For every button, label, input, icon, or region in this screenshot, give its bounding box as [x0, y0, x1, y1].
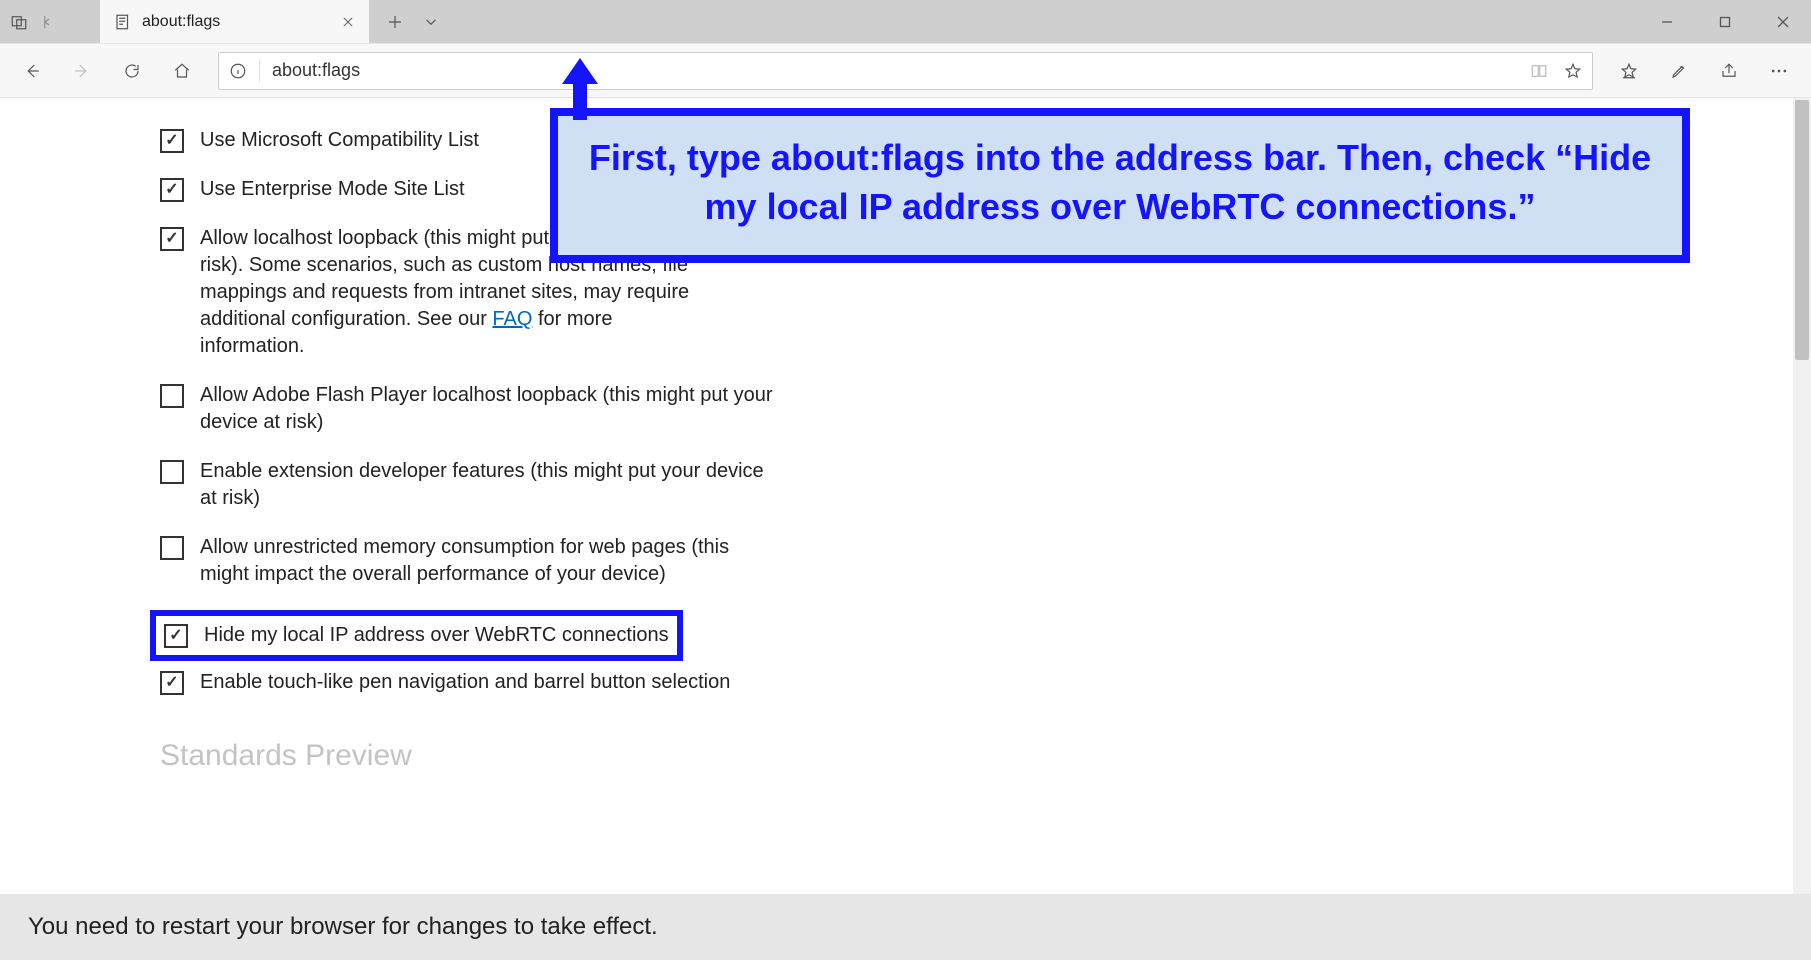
share-button[interactable] — [1707, 51, 1751, 91]
annotation-highlight-box: Hide my local IP address over WebRTC con… — [150, 610, 683, 661]
faq-link[interactable]: FAQ — [492, 308, 532, 330]
tab-close-button[interactable] — [341, 15, 355, 29]
option-label: Enable extension developer features (thi… — [200, 458, 780, 512]
tab-title: about:flags — [142, 13, 331, 31]
scroll-thumb[interactable] — [1795, 100, 1809, 360]
option-memory: Allow unrestricted memory consumption fo… — [160, 534, 780, 588]
vertical-scrollbar[interactable] — [1793, 98, 1811, 960]
close-window-button[interactable] — [1755, 0, 1811, 43]
option-label: Allow Adobe Flash Player localhost loopb… — [200, 382, 780, 436]
window-controls — [1639, 0, 1811, 43]
tab-about-flags[interactable]: about:flags — [100, 0, 370, 43]
reading-view-icon[interactable] — [1530, 62, 1548, 80]
favorites-button[interactable] — [1607, 51, 1651, 91]
option-webrtc: Hide my local IP address over WebRTC con… — [164, 622, 669, 649]
checkbox[interactable] — [160, 227, 184, 251]
new-tab-button[interactable] — [386, 13, 404, 31]
restart-notice-text: You need to restart your browser for cha… — [28, 913, 658, 941]
checkbox[interactable] — [160, 178, 184, 202]
annotation-text: First, type about:flags into the address… — [589, 137, 1651, 227]
forward-button[interactable] — [60, 51, 104, 91]
checkbox[interactable] — [160, 384, 184, 408]
set-aside-tabs-icon[interactable] — [38, 13, 56, 31]
section-header-standards: Standards Preview — [160, 736, 1793, 777]
url-input[interactable] — [272, 60, 1518, 81]
address-bar[interactable] — [218, 52, 1593, 90]
address-right-icons — [1530, 62, 1582, 80]
checkbox[interactable] — [160, 129, 184, 153]
maximize-button[interactable] — [1697, 0, 1753, 43]
back-button[interactable] — [10, 51, 54, 91]
minimize-button[interactable] — [1639, 0, 1695, 43]
option-extension-dev: Enable extension developer features (thi… — [160, 458, 780, 512]
annotation-arrow-icon — [560, 58, 600, 120]
toolbar-right-actions — [1607, 51, 1801, 91]
home-button[interactable] — [160, 51, 204, 91]
more-menu-button[interactable] — [1757, 51, 1801, 91]
tabs-overview-icon[interactable] — [10, 13, 28, 31]
toolbar — [0, 44, 1811, 98]
tab-strip: about:flags — [0, 0, 1811, 44]
tabstrip-left-controls — [0, 0, 100, 43]
checkbox[interactable] — [160, 460, 184, 484]
checkbox[interactable] — [160, 671, 184, 695]
option-label: Allow unrestricted memory consumption fo… — [200, 534, 780, 588]
site-info-icon[interactable] — [229, 62, 247, 80]
option-label: Hide my local IP address over WebRTC con… — [204, 622, 669, 649]
notes-button[interactable] — [1657, 51, 1701, 91]
annotation-callout: First, type about:flags into the address… — [550, 108, 1690, 263]
tab-menu-chevron-icon[interactable] — [422, 13, 440, 31]
tab-actions — [370, 0, 456, 43]
option-label: Enable touch-like pen navigation and bar… — [200, 669, 780, 696]
address-separator — [259, 60, 260, 82]
checkbox[interactable] — [160, 536, 184, 560]
page-icon — [114, 13, 132, 31]
refresh-button[interactable] — [110, 51, 154, 91]
restart-notice-bar: You need to restart your browser for cha… — [0, 894, 1811, 960]
favorite-star-icon[interactable] — [1564, 62, 1582, 80]
checkbox[interactable] — [164, 624, 188, 648]
option-flash-loopback: Allow Adobe Flash Player localhost loopb… — [160, 382, 780, 436]
option-pen-navigation: Enable touch-like pen navigation and bar… — [160, 669, 780, 696]
